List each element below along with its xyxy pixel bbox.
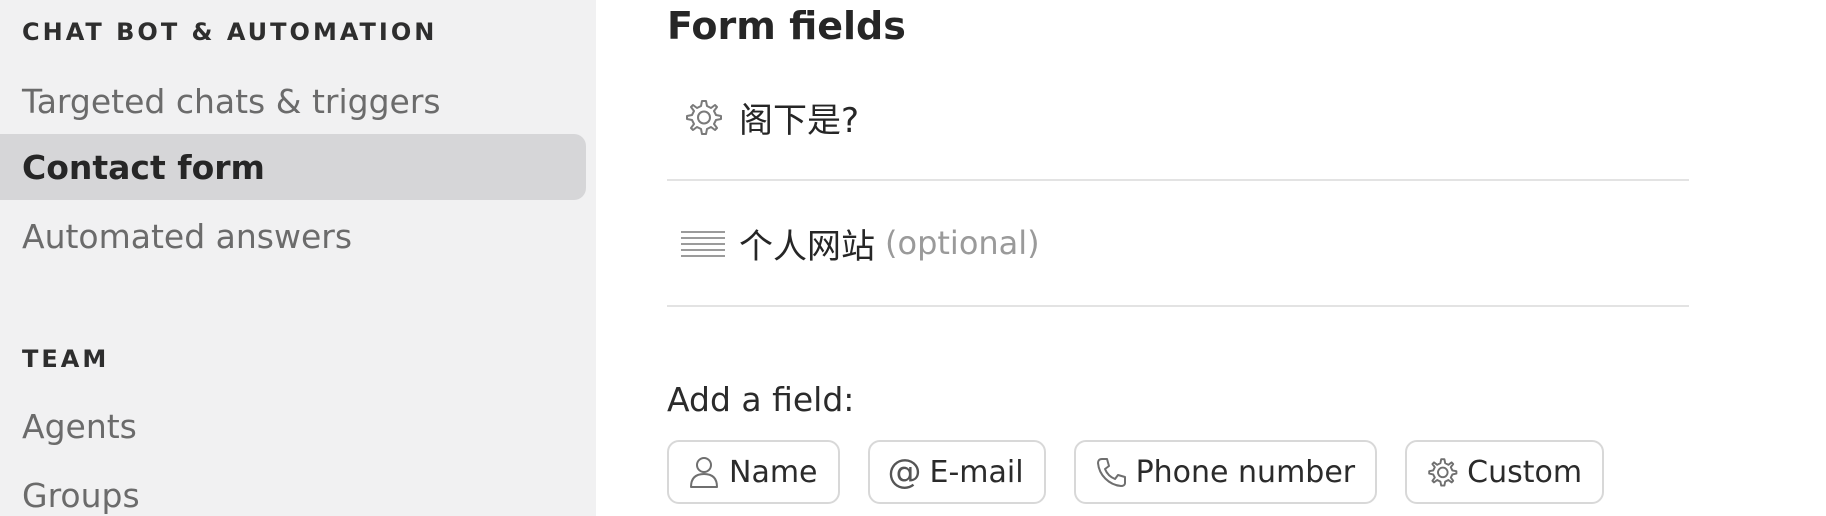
gear-icon [1425,455,1459,489]
sidebar-item-label: Agents [22,406,137,446]
button-label: Phone number [1135,454,1356,490]
gear-icon[interactable] [681,95,725,139]
form-field-row[interactable]: 阁下是? [667,55,1689,181]
add-custom-field-button[interactable]: Custom [1405,440,1605,504]
sidebar-item-label: Contact form [22,147,265,187]
sidebar-item-label: Groups [22,475,140,515]
form-field-row[interactable]: 个人网站 (optional) [667,181,1689,307]
field-label: 阁下是? [739,100,860,141]
button-label: Name [729,454,818,490]
optional-tag: (optional) [885,224,1040,262]
add-field-buttons: Name @ E-mail Phone number Custom [667,440,1632,504]
sidebar-item-label: Targeted chats & triggers [22,81,441,121]
add-field-label: Add a field: [667,380,855,419]
sidebar-item-targeted-chats[interactable]: Targeted chats & triggers [0,68,586,134]
section-heading-team: TEAM [22,345,110,373]
text-lines-icon[interactable] [681,221,725,265]
field-label: 个人网站 [739,226,875,267]
main-content: Form fields 阁下是? 个人网站 (optional) Add a f… [596,0,1826,516]
button-label: E-mail [929,454,1024,490]
sidebar-item-groups[interactable]: Groups [0,462,586,516]
section-heading-chat-bot: CHAT BOT & AUTOMATION [22,18,438,46]
sidebar-item-label: Automated answers [22,216,353,256]
button-label: Custom [1467,454,1583,490]
person-icon [687,455,721,489]
app-layout: CHAT BOT & AUTOMATION Targeted chats & t… [0,0,1826,516]
phone-icon [1094,455,1128,489]
sidebar-item-automated-answers[interactable]: Automated answers [0,203,586,269]
page-title: Form fields [667,4,906,48]
at-icon: @ [887,452,922,492]
add-phone-field-button[interactable]: Phone number [1073,440,1378,504]
sidebar: CHAT BOT & AUTOMATION Targeted chats & t… [0,0,596,516]
add-email-field-button[interactable]: @ E-mail [867,440,1046,504]
sidebar-item-agents[interactable]: Agents [0,393,586,459]
sidebar-item-contact-form[interactable]: Contact form [0,134,586,200]
add-name-field-button[interactable]: Name [667,440,840,504]
